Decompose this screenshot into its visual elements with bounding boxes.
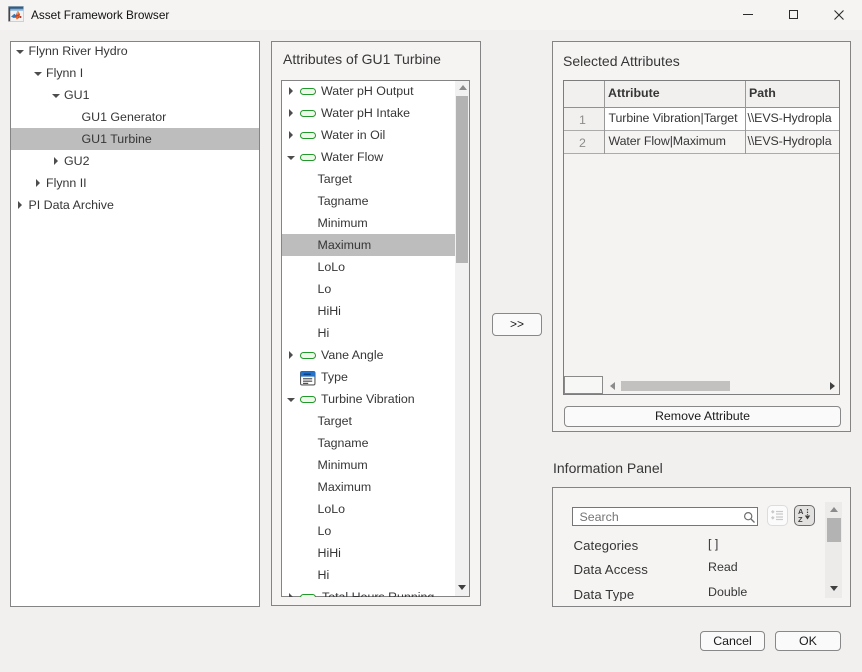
svg-text:Z: Z xyxy=(798,515,803,524)
